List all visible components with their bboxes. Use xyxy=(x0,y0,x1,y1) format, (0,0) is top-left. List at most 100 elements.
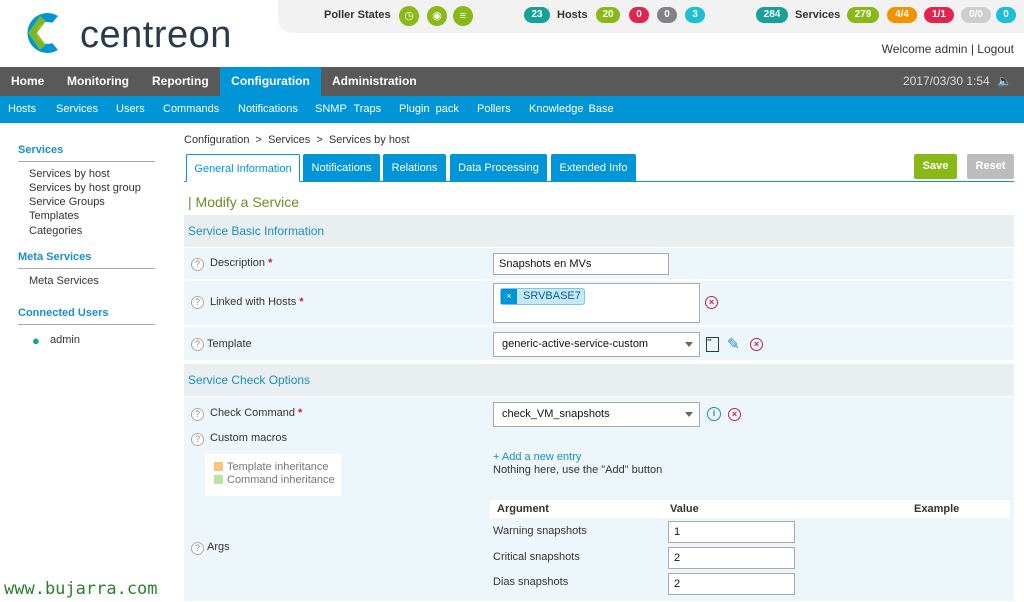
check-command-select-value: check_VM_snapshots xyxy=(502,408,610,420)
help-icon[interactable]: ? xyxy=(191,433,204,446)
nav-configuration[interactable]: Configuration xyxy=(220,67,321,96)
nav-monitoring[interactable]: Monitoring xyxy=(56,67,140,96)
sidebar-item-categories[interactable]: Categories xyxy=(29,225,82,237)
save-button[interactable]: Save xyxy=(914,154,957,179)
main-nav: Home Monitoring Reporting Configuration … xyxy=(0,67,1024,96)
help-icon[interactable]: ? xyxy=(191,296,204,309)
chevron-down-icon xyxy=(685,412,693,417)
sidebar-divider xyxy=(18,268,155,269)
breadcrumb: Configuration > Services > Services by h… xyxy=(184,134,410,146)
hosts-label: Hosts xyxy=(557,9,588,21)
check-command-select[interactable]: check_VM_snapshots xyxy=(493,402,700,427)
logout-link[interactable]: Logout xyxy=(977,42,1014,56)
subnav-notifications[interactable]: Notifications xyxy=(238,96,298,123)
centreon-logo-icon xyxy=(27,12,58,54)
args-header-example: Example xyxy=(914,503,960,515)
add-entry-link[interactable]: + Add a new entry xyxy=(493,451,581,463)
clock-text: 2017/03/30 1:54 xyxy=(902,74,990,88)
centreon-logo[interactable]: centreon xyxy=(18,10,278,60)
tab-general-information[interactable]: General Information xyxy=(186,154,300,182)
description-label-text: Description xyxy=(210,257,266,269)
inheritance-legend: Template inheritance Command inheritance xyxy=(205,454,341,496)
speaker-icon[interactable]: 🔈 xyxy=(997,74,1012,88)
clear-hosts-icon[interactable]: × xyxy=(705,296,718,309)
services-pending-badge[interactable]: 0 xyxy=(996,7,1016,23)
subnav-plugin-pack[interactable]: Plugin pack xyxy=(399,96,459,123)
template-detail-icon[interactable]: ≡ xyxy=(706,336,719,352)
clock: 2017/03/30 1:54 🔈 xyxy=(903,67,1012,96)
services-total-badge[interactable]: 284 xyxy=(756,7,788,23)
help-icon[interactable]: ? xyxy=(191,542,204,555)
subnav-hosts[interactable]: Hosts xyxy=(8,96,36,123)
section-header-check: Service Check Options xyxy=(184,364,1014,396)
list-icon[interactable]: ≡ xyxy=(453,6,473,26)
args-row-value-input[interactable]: 1 xyxy=(668,521,795,543)
info-icon[interactable]: i xyxy=(707,407,721,421)
subnav-knowledge-base[interactable]: Knowledge Base xyxy=(529,96,614,123)
hosts-up-badge[interactable]: 20 xyxy=(596,7,620,23)
required-mark: * xyxy=(268,257,273,269)
nav-home[interactable]: Home xyxy=(0,67,55,96)
args-row-value-input[interactable]: 2 xyxy=(668,547,795,569)
sidebar-item-services-by-host-group[interactable]: Services by host group xyxy=(29,182,141,194)
command-inheritance-label: Command inheritance xyxy=(227,474,335,486)
services-unknown-badge[interactable]: 0/0 xyxy=(961,7,991,23)
status-bar: Poller States ◷ ◉ ≡ 23 Hosts 20 0 0 3 28… xyxy=(278,0,1024,33)
reset-button[interactable]: Reset xyxy=(967,154,1014,179)
hosts-pending-badge[interactable]: 3 xyxy=(685,7,705,23)
required-mark: * xyxy=(298,407,303,419)
sidebar-item-service-groups[interactable]: Service Groups xyxy=(29,196,105,208)
host-tag-label: SRVBASE7 xyxy=(523,290,581,302)
tab-data-processing[interactable]: Data Processing xyxy=(450,154,547,182)
remove-tag-icon[interactable]: × xyxy=(501,289,517,304)
args-label: Args xyxy=(207,541,230,553)
sidebar-divider xyxy=(18,324,155,325)
subnav-pollers[interactable]: Pollers xyxy=(477,96,511,123)
services-ok-badge[interactable]: 279 xyxy=(847,7,879,23)
clear-template-icon[interactable]: × xyxy=(750,338,763,351)
template-inheritance-swatch xyxy=(214,462,223,471)
tab-notifications[interactable]: Notifications xyxy=(303,154,380,182)
sidebar-services-title: Services xyxy=(18,144,64,156)
services-critical-badge[interactable]: 1/1 xyxy=(924,7,954,23)
nav-reporting[interactable]: Reporting xyxy=(141,67,220,96)
clock-icon[interactable]: ◷ xyxy=(399,6,419,26)
args-row-value-input[interactable]: 2 xyxy=(668,573,795,595)
welcome-separator: | xyxy=(970,42,974,56)
sidebar-item-services-by-host[interactable]: Services by host xyxy=(29,168,110,180)
template-label: Template xyxy=(207,338,252,350)
template-select[interactable]: generic-active-service-custom xyxy=(493,332,700,357)
subnav-services[interactable]: Services xyxy=(56,96,98,123)
clear-command-icon[interactable]: × xyxy=(728,408,741,421)
watermark: www.bujarra.com xyxy=(4,579,158,599)
subnav-snmp-traps[interactable]: SNMP Traps xyxy=(315,96,381,123)
edit-pencil-icon[interactable]: ✎ xyxy=(727,335,740,353)
tab-extended-info[interactable]: Extended Info xyxy=(551,154,636,182)
chevron-down-icon xyxy=(685,342,693,347)
hosts-total-badge[interactable]: 23 xyxy=(524,7,550,23)
sidebar-item-templates[interactable]: Templates xyxy=(29,210,79,222)
help-icon[interactable]: ? xyxy=(191,258,204,271)
connected-user-admin[interactable]: admin xyxy=(50,334,80,346)
linked-hosts-select[interactable]: × SRVBASE7 xyxy=(493,283,700,323)
subnav-users[interactable]: Users xyxy=(116,96,145,123)
description-input[interactable]: Snapshots en MVs xyxy=(493,253,669,275)
subnav-commands[interactable]: Commands xyxy=(163,96,219,123)
command-inheritance-swatch xyxy=(214,475,223,484)
top-header: centreon Poller States ◷ ◉ ≡ 23 Hosts 20… xyxy=(0,0,1024,67)
services-warning-badge[interactable]: 4/4 xyxy=(887,7,917,23)
hosts-unreachable-badge[interactable]: 0 xyxy=(657,7,677,23)
sidebar-connected-title: Connected Users xyxy=(18,307,109,319)
help-icon[interactable]: ? xyxy=(191,408,204,421)
linked-hosts-label-text: Linked with Hosts xyxy=(210,296,297,308)
template-select-value: generic-active-service-custom xyxy=(502,338,649,350)
database-icon[interactable]: ◉ xyxy=(427,6,447,26)
nav-administration[interactable]: Administration xyxy=(321,67,428,96)
help-icon[interactable]: ? xyxy=(191,338,204,351)
tab-relations[interactable]: Relations xyxy=(383,154,446,182)
required-mark: * xyxy=(299,296,304,308)
sidebar-item-meta-services[interactable]: Meta Services xyxy=(29,275,99,287)
hosts-down-badge[interactable]: 0 xyxy=(629,7,649,23)
page-title: | Modify a Service xyxy=(188,194,300,210)
custom-macros-label: Custom macros xyxy=(210,432,288,444)
